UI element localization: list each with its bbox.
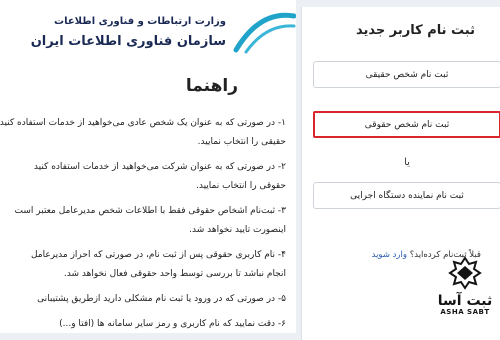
- watermark: ثبت آسا ASHA SABT: [436, 254, 494, 330]
- guide-list: ۱- در صورتی که به عنوان یک شخص عادی می‌خ…: [0, 116, 286, 333]
- watermark-en-text: ASHA SABT: [440, 308, 490, 316]
- guide-item: حقیقی را انتخاب نمایید.: [197, 137, 286, 147]
- org-ministry-name: وزارت ارتباطات و فناوری اطلاعات: [54, 16, 226, 27]
- guide-item: حقوقی را انتخاب نمایید.: [196, 181, 286, 191]
- or-divider: یا: [404, 157, 410, 168]
- register-device-representative-button[interactable]: ثبت نام نماینده دستگاه اجرایی: [313, 182, 500, 209]
- guide-item: ۵- در صورتی که در ورود یا ثبت نام مشکلی …: [37, 294, 286, 304]
- watermark-fa-text: ثبت آسا: [437, 293, 493, 309]
- org-header: وزارت ارتباطات و فناوری اطلاعات سازمان ف…: [0, 6, 296, 60]
- guide-item: ۶- دقت نمایید که نام کاربری و رمز سایر س…: [59, 319, 286, 329]
- org-organization-name: سازمان فناوری اطلاعات ایران: [30, 34, 226, 49]
- guide-item: ۴- نام کاربری حقوقی پس از ثبت نام، در صو…: [30, 250, 286, 260]
- guide-title: راهنما: [185, 76, 238, 96]
- register-title: ثبت نام کاربر جدید: [356, 23, 475, 38]
- guide-item: ۲- در صورتی که به عنوان شرکت می‌خواهید ا…: [33, 162, 286, 172]
- watermark-emblem-icon: [448, 256, 482, 290]
- guide-item: اینصورت تایید نخواهد شد.: [189, 225, 286, 235]
- page: وزارت ارتباطات و فناوری اطلاعات سازمان ف…: [0, 0, 500, 340]
- register-natural-person-button[interactable]: ثبت نام شخص حقیقی: [313, 61, 500, 88]
- guide-panel: وزارت ارتباطات و فناوری اطلاعات سازمان ف…: [0, 0, 296, 333]
- register-legal-person-button[interactable]: ثبت نام شخص حقوقی: [313, 111, 500, 138]
- guide-item: ۳- ثبت‌نام اشخاص حقوقی فقط با اطلاعات شخ…: [14, 206, 286, 216]
- org-logo-icon: [233, 12, 296, 54]
- guide-item: انجام نباشد تا بررسی توسط واحد حقوقی فعا…: [63, 269, 286, 279]
- guide-item: ۱- در صورتی که به عنوان یک شخص عادی می‌خ…: [0, 118, 286, 128]
- login-link[interactable]: وارد شوید: [372, 250, 407, 260]
